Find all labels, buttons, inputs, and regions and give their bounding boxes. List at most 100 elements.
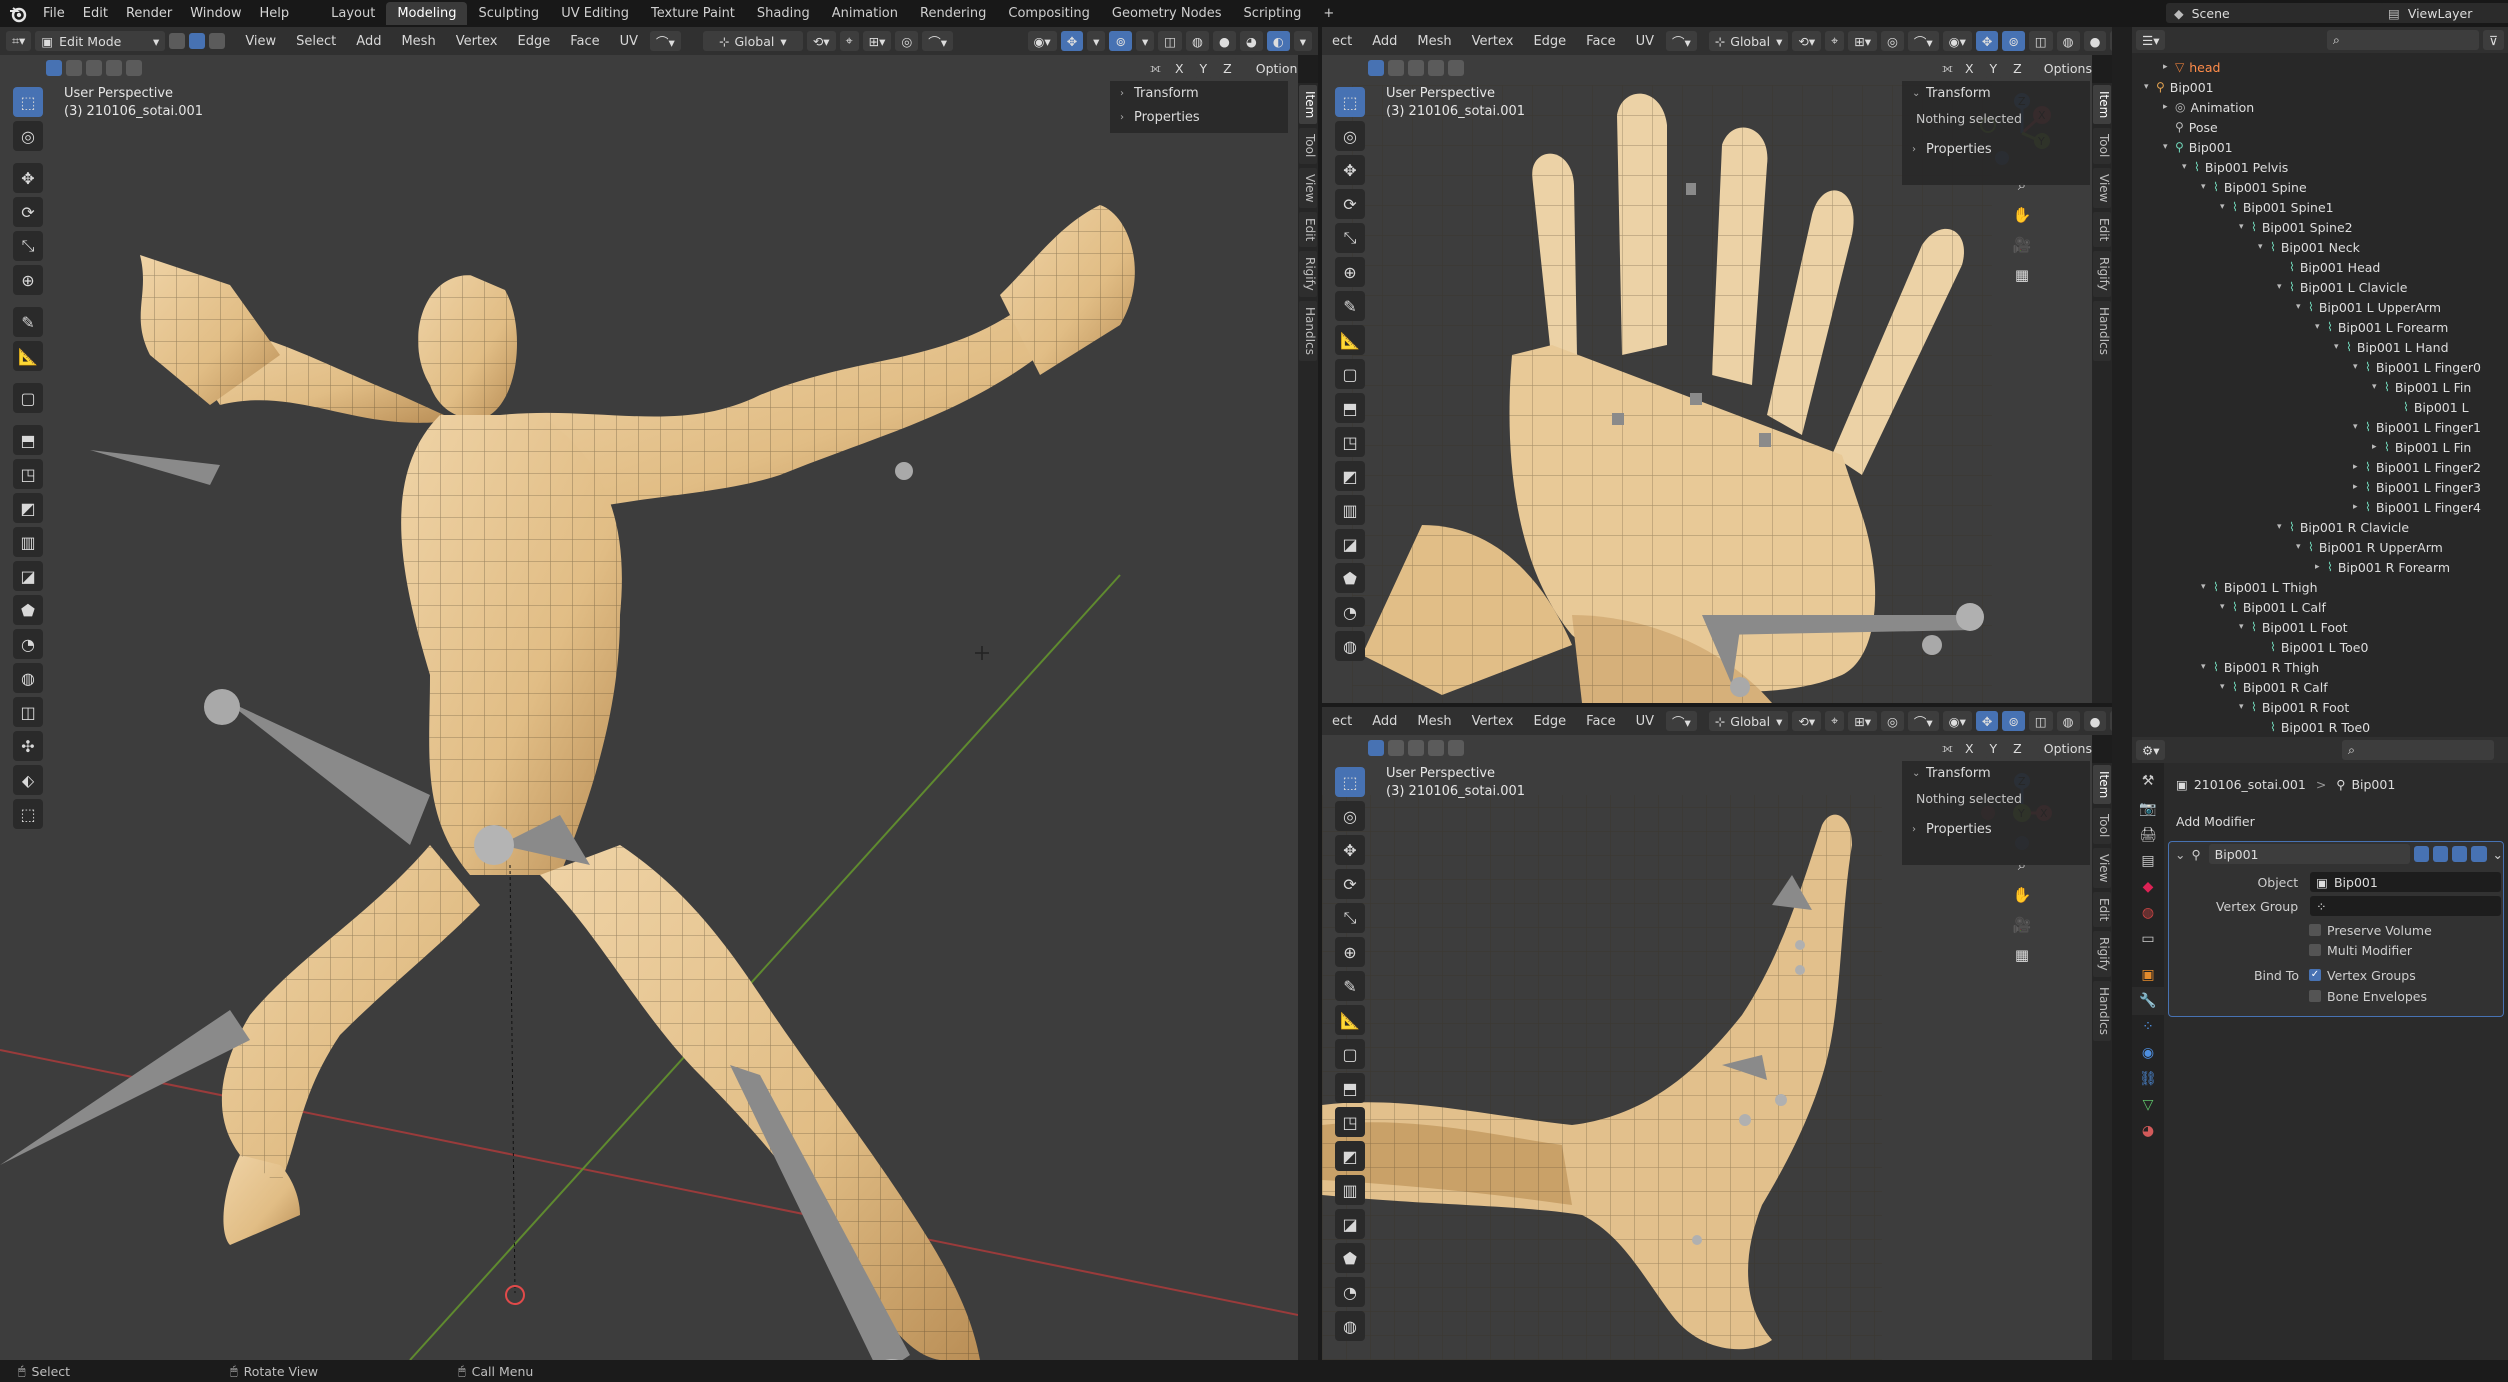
tab-scripting[interactable]: Scripting — [1233, 2, 1313, 25]
knife-tool-icon[interactable]: ◪ — [1335, 1209, 1365, 1239]
transform-tool-icon[interactable]: ⊕ — [1335, 257, 1365, 287]
bevel-tool-icon[interactable]: ◩ — [1335, 1141, 1365, 1171]
outliner-row[interactable]: ▾ ⌇ Bip001 Spine — [2201, 177, 2307, 197]
material-tab-icon[interactable]: ◕ — [2132, 1117, 2164, 1145]
scale-tool-icon[interactable]: ⤡ — [13, 231, 43, 261]
expand-toggle-icon[interactable]: ▾ — [2144, 82, 2156, 92]
bone-envelopes-row[interactable]: Bone Envelopes — [2169, 986, 2503, 1006]
annotate-tool-icon[interactable]: ✎ — [13, 307, 43, 337]
tool-tab-icon[interactable]: ⚒ — [2132, 767, 2164, 795]
edge-slide-tool-icon[interactable]: ◫ — [13, 697, 43, 727]
dropdown-icon[interactable]: ⌄ — [2493, 847, 2503, 862]
menu-edit[interactable]: Edit — [74, 6, 117, 21]
tab-item[interactable]: Item — [2093, 85, 2111, 125]
menu-face[interactable]: Face — [1576, 714, 1625, 729]
breadcrumb-armature[interactable]: Bip001 — [2351, 777, 2395, 792]
properties-section[interactable]: › Properties — [1902, 137, 2090, 161]
ortho-grid-icon[interactable]: ▦ — [2010, 943, 2034, 967]
shrink-fatten-tool-icon[interactable]: ✣ — [13, 731, 43, 761]
xray-icon[interactable]: ◫ — [2028, 31, 2053, 51]
editor-type-button[interactable]: ⌗▾ — [6, 31, 32, 51]
shading-dropdown-icon[interactable]: ▾ — [1293, 31, 1312, 51]
tab-view[interactable]: View — [2093, 847, 2111, 889]
tab-view[interactable]: View — [2093, 167, 2111, 209]
expand-toggle-icon[interactable]: ▾ — [2353, 422, 2365, 432]
expand-toggle-icon[interactable]: ▾ — [2334, 342, 2346, 352]
modifier-name-field[interactable]: Bip001 — [2208, 844, 2410, 864]
poly-build-tool-icon[interactable]: ⬟ — [1335, 1243, 1365, 1273]
data-tab-icon[interactable]: ▽ — [2132, 1091, 2164, 1119]
expand-toggle-icon[interactable]: ▾ — [2239, 702, 2251, 712]
vertex-groups-checkbox[interactable]: ✓ — [2309, 969, 2321, 981]
menu-add[interactable]: Add — [1362, 714, 1407, 729]
uv-options-icon[interactable]: ⌒▾ — [1666, 31, 1697, 51]
knife-tool-icon[interactable]: ◪ — [1335, 529, 1365, 559]
expand-toggle-icon[interactable]: ▾ — [2201, 182, 2213, 192]
outliner-row[interactable]: ▾ ⌇ Bip001 R Foot — [2239, 697, 2349, 717]
edit-mode-toggle-icon[interactable] — [2413, 846, 2430, 862]
expand-toggle-icon[interactable]: ▸ — [2372, 442, 2384, 452]
vertex-group-field[interactable]: ⁘ — [2310, 896, 2501, 916]
multi-modifier-row[interactable]: Multi Modifier — [2169, 940, 2503, 960]
tab-rigify[interactable]: Rigify — [2093, 931, 2111, 978]
outliner-row[interactable]: ▾ ⌇ Bip001 L Finger1 — [2353, 417, 2481, 437]
editor-type-button[interactable]: ⚙▾ — [2136, 740, 2166, 760]
outliner-row[interactable]: ▸ ⌇ Bip001 L Finger3 — [2353, 477, 2481, 497]
tab-geometry-nodes[interactable]: Geometry Nodes — [1101, 2, 1233, 25]
preserve-volume-row[interactable]: Preserve Volume — [2169, 920, 2503, 940]
transform-tool-icon[interactable]: ⊕ — [1335, 937, 1365, 967]
scene-tab-icon[interactable]: ◆ — [2132, 873, 2164, 901]
outliner-row[interactable]: ▸ ⌇ Bip001 L Fin — [2372, 437, 2471, 457]
tab-animation[interactable]: Animation — [821, 2, 909, 25]
expand-toggle-icon[interactable]: ▾ — [2353, 362, 2365, 372]
visibility-icon[interactable]: ◉▾ — [1027, 31, 1057, 51]
outliner-row[interactable]: ⌇ Bip001 Head — [2277, 257, 2380, 277]
snap-icon[interactable]: ⌖ — [839, 31, 859, 51]
hand-mesh[interactable] — [1352, 85, 1992, 703]
rotate-tool-icon[interactable]: ⟳ — [13, 197, 43, 227]
menu-edge[interactable]: Edge — [1523, 714, 1576, 729]
multi-modifier-checkbox[interactable] — [2309, 944, 2321, 956]
move-tool-icon[interactable]: ✥ — [1335, 835, 1365, 865]
wireframe-shading-icon[interactable]: ◍ — [2056, 711, 2080, 731]
tab-edit[interactable]: Edit — [1299, 212, 1317, 248]
expand-toggle-icon[interactable]: ▾ — [2239, 622, 2251, 632]
transform-orientation-dropdown[interactable]: ⊹ Global ▾ — [1708, 31, 1789, 51]
cursor-tool-icon[interactable]: ◎ — [1335, 801, 1365, 831]
overlay-toggle-icon[interactable]: ⊚ — [2002, 711, 2025, 731]
camera-view-icon[interactable]: 🎥 — [2010, 233, 2034, 257]
knife-tool-icon[interactable]: ◪ — [13, 561, 43, 591]
expand-toggle-icon[interactable]: ▸ — [2353, 462, 2365, 472]
menu-mesh[interactable]: Mesh — [391, 34, 445, 49]
tab-layout[interactable]: Layout — [320, 2, 386, 25]
add-workspace-button[interactable]: + — [1312, 2, 1345, 25]
preserve-volume-checkbox[interactable] — [2309, 924, 2321, 936]
overlay-toggle-icon[interactable]: ⊚ — [1109, 31, 1132, 51]
pan-hand-icon[interactable]: ✋ — [2010, 883, 2034, 907]
vertex-select-icon[interactable] — [169, 33, 186, 49]
edge-select-icon[interactable] — [189, 33, 206, 49]
filter-icon[interactable]: ⊽ — [2482, 30, 2504, 50]
outliner-row[interactable]: ▸ ▽ head — [2163, 57, 2220, 77]
constraints-tab-icon[interactable]: ⛓ — [2132, 1065, 2164, 1093]
view-layer-tab-icon[interactable]: ▤ — [2132, 847, 2164, 875]
expand-toggle-icon[interactable]: ▾ — [2296, 542, 2308, 552]
render-tab-icon[interactable]: 📷 — [2132, 795, 2164, 823]
proportional-edit-icon[interactable]: ◎ — [1880, 31, 1904, 51]
tab-compositing[interactable]: Compositing — [997, 2, 1101, 25]
expand-toggle-icon[interactable]: ▾ — [2182, 162, 2194, 172]
face-select-icon[interactable] — [209, 33, 226, 49]
uv-options-icon[interactable]: ⌒▾ — [650, 31, 681, 51]
expand-toggle-icon[interactable]: ▸ — [2353, 482, 2365, 492]
expand-toggle-icon[interactable]: ▾ — [2201, 662, 2213, 672]
outliner-row[interactable]: ▾ ⌇ Bip001 Pelvis — [2182, 157, 2288, 177]
expand-toggle-icon[interactable]: ▾ — [2277, 282, 2289, 292]
object-tab-icon[interactable]: ▣ — [2132, 961, 2164, 989]
outliner-row[interactable]: ▾ ⌇ Bip001 L Fin — [2372, 377, 2471, 397]
extrude-tool-icon[interactable]: ⬒ — [13, 425, 43, 455]
expand-toggle-icon[interactable]: ▾ — [2277, 522, 2289, 532]
extrude-tool-icon[interactable]: ⬒ — [1335, 393, 1365, 423]
outliner-row[interactable]: ▾ ⌇ Bip001 R Clavicle — [2277, 517, 2409, 537]
outliner-row[interactable]: ▾ ⌇ Bip001 R UpperArm — [2296, 537, 2443, 557]
world-tab-icon[interactable]: ◍ — [2132, 899, 2164, 927]
